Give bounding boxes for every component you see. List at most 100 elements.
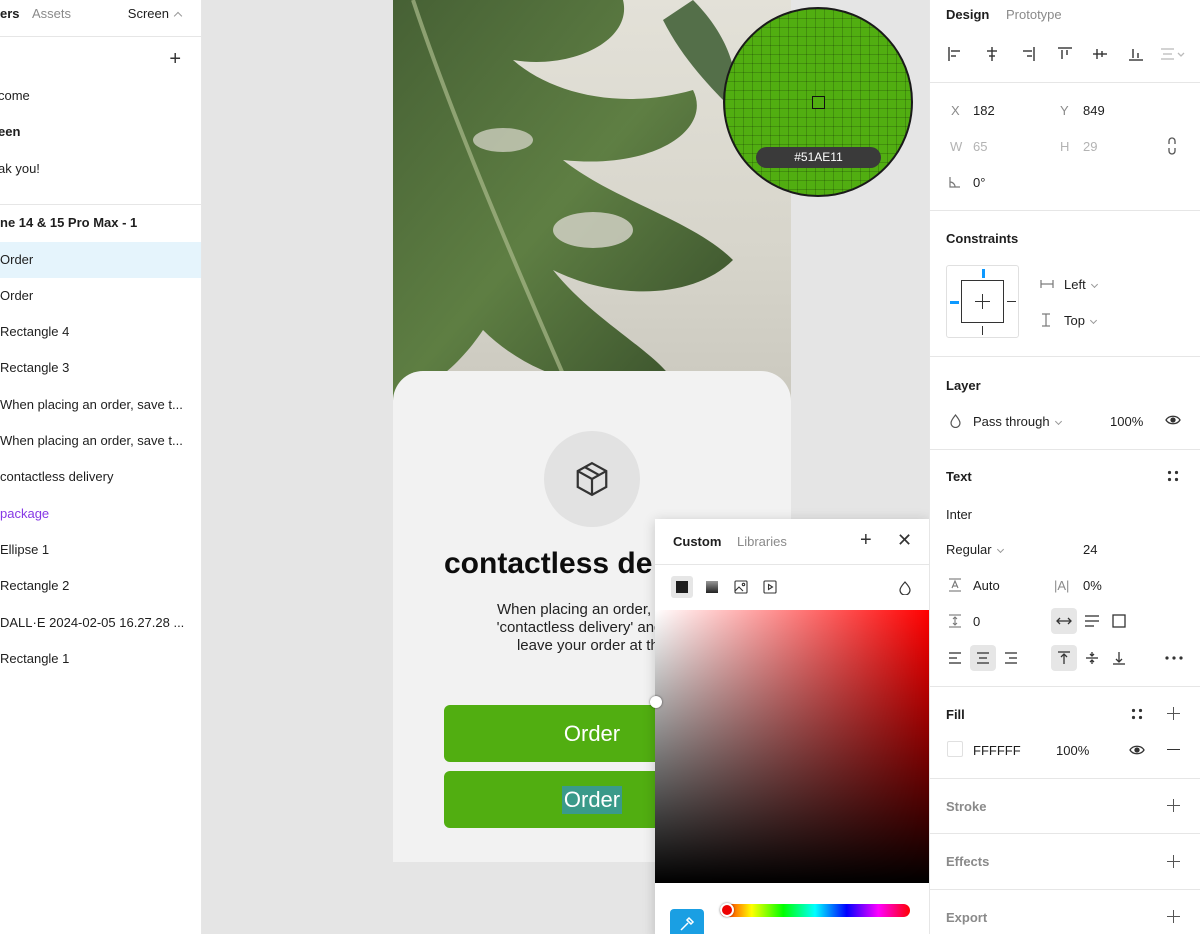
layer-text-1[interactable]: When placing an order, save t... [0,387,201,423]
align-horizontal-center-icon[interactable] [984,46,1000,62]
rotation-input[interactable]: 0° [973,175,985,190]
y-input[interactable]: 849 [1083,103,1105,118]
gradient-paint-button[interactable] [701,576,723,598]
fill-hex-input[interactable]: FFFFFF [973,743,1021,758]
order-button-2-label[interactable]: Order [561,786,623,814]
add-stroke-icon[interactable] [1167,799,1180,812]
font-weight-select[interactable]: Regular [946,542,1004,557]
tab-custom[interactable]: Custom [673,534,721,549]
add-style-button[interactable]: + [860,529,872,552]
vertical-align-middle-icon[interactable] [1085,651,1099,665]
hue-slider-handle[interactable] [720,903,734,917]
constraint-left-active[interactable] [950,301,959,304]
layer-image[interactable]: DALL·E 2024-02-05 16.27.28 ... [0,605,201,641]
canvas[interactable]: contactless de When placing an order, sa… [202,0,929,934]
text-align-left-icon[interactable] [948,652,962,664]
fill-styles-icon[interactable] [1131,708,1143,720]
align-bottom-icon[interactable] [1128,46,1144,62]
add-page-button[interactable]: + [169,48,181,71]
page-item-thank-you[interactable]: ak you! [0,151,201,187]
align-top-icon[interactable] [1057,46,1073,62]
package-icon-circle[interactable] [544,431,640,527]
remove-fill-icon[interactable] [1167,749,1180,751]
blend-mode-select[interactable]: Pass through [973,414,1062,429]
add-effect-icon[interactable] [1167,855,1180,868]
layer-rectangle-4[interactable]: Rectangle 4 [0,314,201,350]
h-input[interactable]: 29 [1083,139,1097,154]
layer-text-2[interactable]: When placing an order, save t... [0,423,201,459]
horizontal-constraint-select[interactable]: Left [1064,277,1098,292]
solid-paint-button[interactable] [671,576,693,598]
w-input[interactable]: 65 [973,139,987,154]
layer-order-selected[interactable]: Order [0,242,201,278]
line-height-input[interactable]: Auto [973,578,1000,593]
eyedropper-button[interactable] [670,909,704,934]
auto-height-icon[interactable] [1084,615,1100,628]
text-styles-icon[interactable] [1167,470,1179,482]
fixed-size-icon[interactable] [1112,614,1126,628]
constraints-widget[interactable] [946,265,1019,338]
text-align-right-icon[interactable] [1004,652,1018,664]
x-label: X [951,103,960,118]
fill-color-swatch[interactable] [947,741,963,757]
constrain-proportions-icon[interactable] [1167,137,1177,155]
constraint-bottom[interactable] [982,326,984,335]
text-align-center-button[interactable] [970,645,996,671]
layer-rectangle-3[interactable]: Rectangle 3 [0,350,201,386]
blend-drop-icon[interactable] [899,581,911,595]
image-paint-button[interactable] [730,576,752,598]
add-export-icon[interactable] [1167,910,1180,923]
vertical-constraint-select[interactable]: Top [1064,313,1098,328]
align-top-text-button[interactable] [1051,645,1077,671]
page-selector[interactable]: Screen [127,6,183,21]
saturation-value-handle[interactable] [650,696,662,708]
close-picker-button[interactable]: ✕ [897,530,912,551]
x-input[interactable]: 182 [973,103,995,118]
layer-rectangle-1[interactable]: Rectangle 1 [0,641,201,677]
video-icon [763,580,777,594]
paragraph-spacing-input[interactable]: 0 [973,614,980,629]
layer-contactless-delivery[interactable]: contactless delivery [0,459,201,495]
layer-rectangle-2[interactable]: Rectangle 2 [0,568,201,604]
letter-spacing-input[interactable]: 0% [1083,578,1102,593]
page-item-screen[interactable]: een [0,114,201,150]
tab-assets[interactable]: Assets [32,6,71,21]
tab-design[interactable]: Design [946,7,989,22]
color-picker-popover: Custom Libraries + ✕ [650,519,929,934]
layer-frame[interactable]: ne 14 & 15 Pro Max - 1 [0,205,201,241]
chevron-down-icon [996,545,1004,554]
vertical-align-bottom-icon[interactable] [1112,651,1126,665]
layer-opacity-input[interactable]: 100% [1110,414,1143,429]
align-vertical-center-icon[interactable] [1092,46,1108,62]
constraint-top-active[interactable] [982,269,985,278]
font-family-select[interactable]: Inter [946,507,972,522]
distribute-menu-icon[interactable] [1160,46,1186,62]
eye-icon[interactable] [1165,414,1181,426]
headline-contactless-delivery[interactable]: contactless de [444,547,652,581]
page-selector-label: Screen [127,6,169,21]
hue-slider[interactable] [720,903,910,917]
auto-width-button[interactable] [1051,608,1077,634]
more-icon[interactable] [1165,656,1183,660]
image-icon [734,580,748,594]
align-right-icon[interactable] [1020,46,1036,62]
tab-prototype[interactable]: Prototype [1006,7,1062,22]
constraint-right[interactable] [1007,301,1016,303]
align-left-icon[interactable] [947,46,963,62]
fill-visibility-eye-icon[interactable] [1129,744,1145,756]
add-fill-icon[interactable] [1167,707,1180,720]
text-align-center-icon [977,652,989,664]
page-item-welcome[interactable]: come [0,78,201,114]
font-size-input[interactable]: 24 [1083,542,1097,557]
layer-order[interactable]: Order [0,278,201,314]
layer-ellipse-1[interactable]: Ellipse 1 [0,532,201,568]
layer-package[interactable]: package [0,496,201,532]
saturation-value-field[interactable] [650,610,929,883]
tab-layers[interactable]: ers [0,6,20,21]
package-icon [576,461,608,497]
video-paint-button[interactable] [759,576,781,598]
layers-panel: ers Assets Screen + come een ak you! ne … [0,0,202,934]
tab-libraries[interactable]: Libraries [737,534,787,549]
fill-opacity-input[interactable]: 100% [1056,743,1089,758]
divider [930,889,1200,890]
